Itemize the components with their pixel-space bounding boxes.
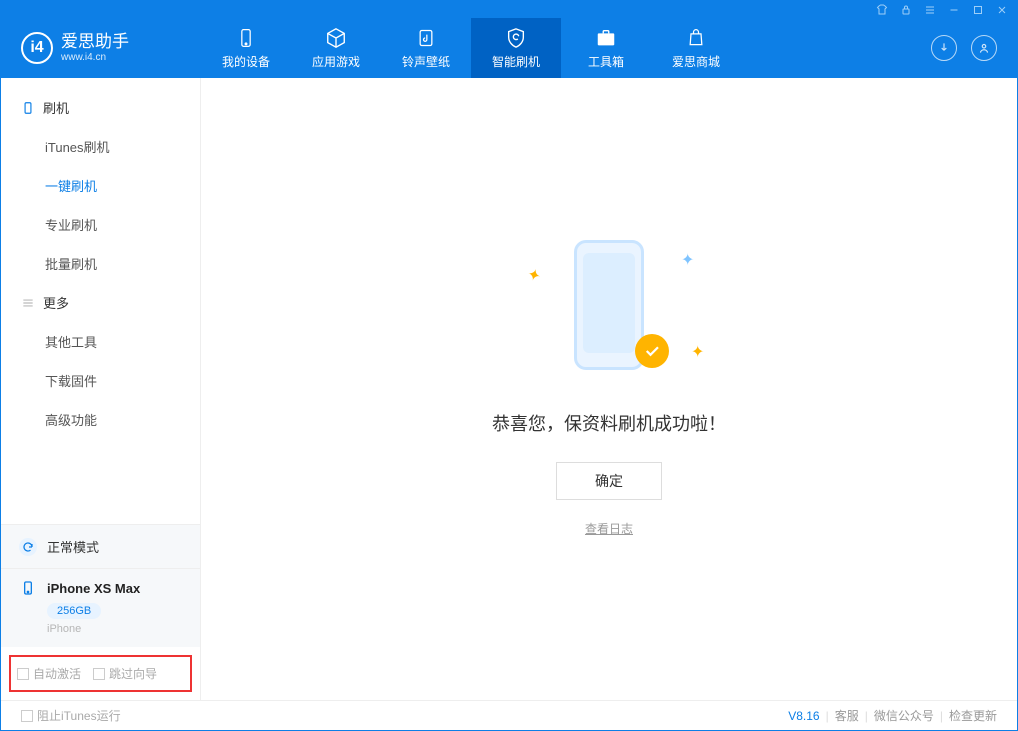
top-nav: 我的设备 应用游戏 铃声壁纸 智能刷机 工具箱 爱思商城 [201, 18, 741, 78]
success-check-badge [635, 334, 669, 368]
device-capacity: 256GB [47, 603, 101, 619]
header: i4 爱思助手 www.i4.cn 我的设备 应用游戏 铃声壁纸 智能刷机 [1, 18, 1017, 78]
checkbox-icon [93, 668, 105, 680]
nav-my-device[interactable]: 我的设备 [201, 18, 291, 78]
close-button[interactable] [995, 3, 1009, 17]
logo-subtitle: www.i4.cn [61, 52, 129, 63]
sidebar-group-more: 更多 [1, 283, 200, 322]
device-type: iPhone [47, 623, 182, 635]
menu-small-icon [21, 296, 35, 310]
sidebar-item-download-firmware[interactable]: 下载固件 [1, 361, 200, 400]
footer-link-service[interactable]: 客服 [835, 707, 859, 724]
sidebar-item-pro-flash[interactable]: 专业刷机 [1, 205, 200, 244]
view-log-link[interactable]: 查看日志 [585, 522, 633, 536]
nav-store[interactable]: 爱思商城 [651, 18, 741, 78]
checkbox-icon [17, 668, 29, 680]
nav-toolbox[interactable]: 工具箱 [561, 18, 651, 78]
sparkle-icon: ✦ [691, 342, 699, 350]
refresh-icon [19, 538, 37, 556]
device-name: iPhone XS Max [47, 581, 140, 596]
main-content: ✦ ✦ ✦ 恭喜您，保资料刷机成功啦！ 确定 查看日志 [201, 78, 1017, 700]
sidebar-item-itunes-flash[interactable]: iTunes刷机 [1, 127, 200, 166]
sparkle-icon: ✦ [528, 264, 538, 274]
header-actions [931, 35, 1017, 61]
phone-icon [235, 27, 257, 49]
device-info: iPhone XS Max 256GB iPhone [1, 569, 200, 647]
nav-smart-flash[interactable]: 智能刷机 [471, 18, 561, 78]
device-phone-icon [19, 579, 37, 597]
sidebar-item-advanced[interactable]: 高级功能 [1, 400, 200, 439]
body: 刷机 iTunes刷机 一键刷机 专业刷机 批量刷机 更多 其他工具 下载固件 … [1, 78, 1017, 700]
highlighted-options: 自动激活 跳过向导 [9, 655, 192, 692]
sidebar-item-batch-flash[interactable]: 批量刷机 [1, 244, 200, 283]
ok-button[interactable]: 确定 [556, 462, 662, 500]
account-button[interactable] [971, 35, 997, 61]
app-window: i4 爱思助手 www.i4.cn 我的设备 应用游戏 铃声壁纸 智能刷机 [0, 0, 1018, 731]
sidebar-item-other-tools[interactable]: 其他工具 [1, 322, 200, 361]
lock-icon[interactable] [899, 3, 913, 17]
titlebar [1, 1, 1017, 18]
checkbox-icon [21, 710, 33, 722]
success-panel: ✦ ✦ ✦ 恭喜您，保资料刷机成功啦！ 确定 查看日志 [492, 240, 726, 538]
maximize-button[interactable] [971, 3, 985, 17]
success-graphic: ✦ ✦ ✦ [549, 240, 669, 380]
sidebar-group-flash: 刷机 [1, 88, 200, 127]
checkbox-auto-activate[interactable]: 自动激活 [17, 665, 81, 682]
app-logo: i4 爱思助手 www.i4.cn [1, 18, 201, 78]
nav-ringtone[interactable]: 铃声壁纸 [381, 18, 471, 78]
footer: 阻止iTunes运行 V8.16 | 客服 | 微信公众号 | 检查更新 [1, 700, 1017, 730]
version-label: V8.16 [788, 709, 819, 723]
sidebar: 刷机 iTunes刷机 一键刷机 专业刷机 批量刷机 更多 其他工具 下载固件 … [1, 78, 201, 700]
checkbox-skip-guide[interactable]: 跳过向导 [93, 665, 157, 682]
tshirt-icon[interactable] [875, 3, 889, 17]
music-icon [415, 27, 437, 49]
logo-title: 爱思助手 [61, 33, 129, 52]
download-button[interactable] [931, 35, 957, 61]
menu-icon[interactable] [923, 3, 937, 17]
footer-link-update[interactable]: 检查更新 [949, 707, 997, 724]
nav-apps[interactable]: 应用游戏 [291, 18, 381, 78]
briefcase-icon [595, 27, 617, 49]
sidebar-item-oneclick-flash[interactable]: 一键刷机 [1, 166, 200, 205]
shield-refresh-icon [505, 27, 527, 49]
minimize-button[interactable] [947, 3, 961, 17]
footer-link-wechat[interactable]: 微信公众号 [874, 707, 934, 724]
checkbox-block-itunes[interactable]: 阻止iTunes运行 [21, 707, 121, 724]
mode-label: 正常模式 [47, 537, 99, 556]
success-title: 恭喜您，保资料刷机成功啦！ [492, 410, 726, 436]
cube-icon [325, 27, 347, 49]
bag-icon [685, 27, 707, 49]
device-mode: 正常模式 [1, 525, 200, 569]
phone-graphic [574, 240, 644, 370]
phone-small-icon [21, 101, 35, 115]
sparkle-icon: ✦ [681, 250, 689, 258]
logo-icon: i4 [21, 32, 53, 64]
